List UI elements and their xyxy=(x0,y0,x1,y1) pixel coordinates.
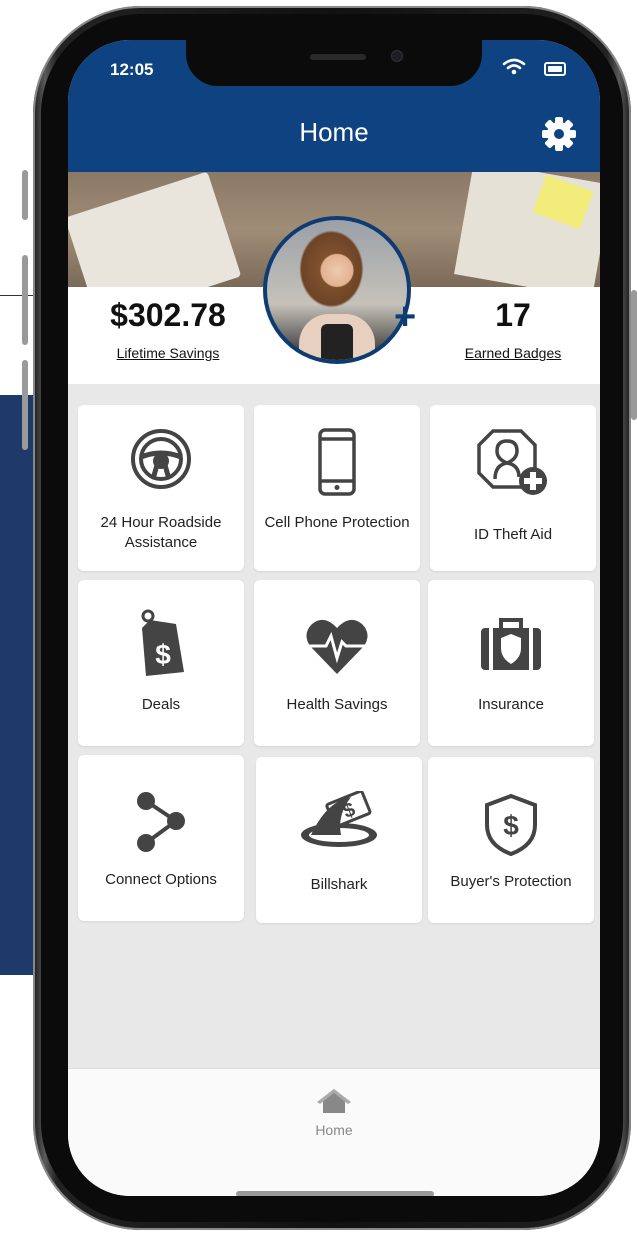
lifetime-savings-link[interactable]: Lifetime Savings xyxy=(98,345,238,361)
tile-label: Deals xyxy=(141,696,181,713)
tile-connect-options[interactable]: Connect Options xyxy=(78,755,244,921)
tile-deals[interactable]: $ Deals xyxy=(78,580,244,746)
heart-pulse-icon xyxy=(254,616,420,676)
tile-label: Connect Options xyxy=(105,871,217,888)
wifi-icon xyxy=(502,58,526,75)
notch-speaker xyxy=(310,54,366,60)
home-indicator xyxy=(236,1191,434,1196)
home-icon xyxy=(317,1089,351,1113)
svg-text:$: $ xyxy=(155,639,171,670)
tile-health-savings[interactable]: Health Savings xyxy=(254,580,420,746)
tile-buyers-protection[interactable]: $ Buyer's Protection xyxy=(428,757,594,923)
price-tag-icon: $ xyxy=(78,608,244,678)
shield-dollar-icon: $ xyxy=(428,793,594,857)
phone-silent-switch xyxy=(22,170,28,220)
tile-label: Insurance xyxy=(478,696,544,713)
tab-home-label: Home xyxy=(315,1122,353,1138)
add-photo-plus-icon[interactable]: + xyxy=(394,298,416,336)
battery-icon xyxy=(544,62,566,76)
earned-badges-link[interactable]: Earned Badges xyxy=(448,345,578,361)
notch-camera xyxy=(391,50,403,62)
phone-notch xyxy=(186,40,482,86)
avatar-shirt xyxy=(321,324,353,360)
tile-billshark[interactable]: $ Billshark xyxy=(256,757,422,923)
shark-fin-icon: $ xyxy=(256,791,422,851)
share-icon xyxy=(78,791,244,853)
avatar[interactable] xyxy=(263,216,411,364)
gear-icon[interactable] xyxy=(540,115,578,153)
tile-label: Billshark xyxy=(310,876,368,893)
briefcase-shield-icon xyxy=(428,616,594,672)
cell-phone-icon xyxy=(254,427,420,497)
tile-cell-phone-protection[interactable]: Cell Phone Protection xyxy=(254,405,420,571)
tile-label: ID Theft Aid xyxy=(473,526,553,543)
tile-id-theft-aid[interactable]: ID Theft Aid xyxy=(430,405,596,571)
tab-bar: Home xyxy=(68,1068,600,1196)
earned-badges-value: 17 xyxy=(495,297,531,333)
tile-label: 24 Hour Roadside Assistance xyxy=(100,514,222,551)
app-header: 12:05 Home xyxy=(68,40,600,172)
tile-label: Cell Phone Protection xyxy=(264,514,410,531)
phone-power-button xyxy=(631,290,637,420)
id-theft-icon xyxy=(430,427,596,499)
tile-roadside-assistance[interactable]: 24 Hour Roadside Assistance xyxy=(78,405,244,571)
tile-label: Health Savings xyxy=(286,696,388,713)
status-time: 12:05 xyxy=(110,60,154,79)
tab-home[interactable]: Home xyxy=(284,1087,384,1138)
svg-text:$: $ xyxy=(503,810,519,841)
app-screen: 12:05 Home $302.78 Lifetime Savings 17 E… xyxy=(68,40,600,1196)
tile-insurance[interactable]: Insurance xyxy=(428,580,594,746)
phone-volume-up xyxy=(22,255,28,345)
page-title: Home xyxy=(299,117,369,147)
lifetime-savings-value: $302.78 xyxy=(110,297,226,333)
hero-notebook xyxy=(68,172,242,287)
phone-volume-down xyxy=(22,360,28,450)
tile-label: Buyer's Protection xyxy=(450,873,572,890)
steering-wheel-icon xyxy=(78,427,244,491)
